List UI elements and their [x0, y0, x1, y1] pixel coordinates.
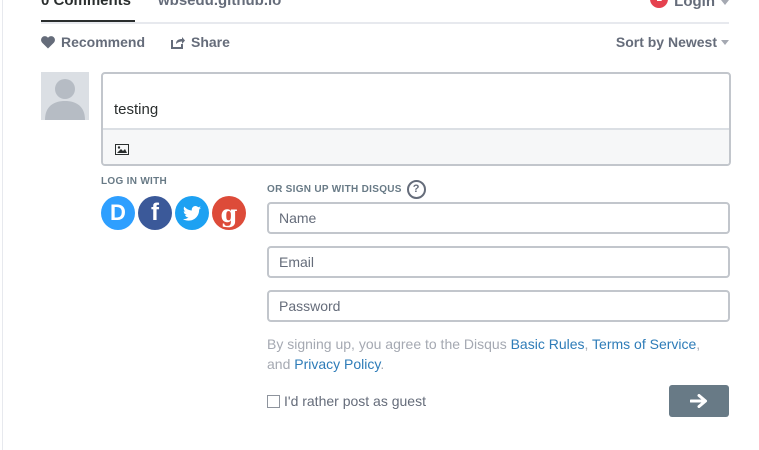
tab-comments[interactable]: 0 Comments [41, 0, 136, 22]
arrow-right-icon [690, 394, 708, 408]
recommend-button[interactable]: Recommend [41, 34, 145, 50]
facebook-login-button[interactable]: f [138, 196, 172, 230]
user-silhouette-icon [41, 72, 89, 120]
google-login-button[interactable]: g [212, 196, 246, 230]
left-divider [2, 0, 3, 450]
tab-site-label: wbsedu.github.io [158, 0, 282, 9]
share-label: Share [191, 34, 230, 50]
disqus-comment-widget: 0 Comments wbsedu.github.io 1 Login Reco… [0, 0, 759, 450]
avatar [41, 72, 89, 120]
disqus-icon: D [110, 200, 126, 225]
login-with-heading: LOG IN WITH [101, 176, 168, 187]
social-login-buttons: D f g [101, 196, 249, 230]
comment-composer[interactable]: testing [101, 72, 731, 166]
sort-dropdown[interactable]: Sort by Newest [616, 34, 729, 50]
terms-notice: By signing up, you agree to the Disqus B… [267, 334, 727, 374]
facebook-icon: f [151, 199, 159, 226]
recommend-label: Recommend [61, 34, 146, 50]
twitter-login-button[interactable] [175, 196, 209, 230]
composer-toolbar [103, 128, 729, 164]
comments-tab-bar: 0 Comments wbsedu.github.io 1 Login [41, 0, 729, 24]
guest-label: I'd rather post as guest [284, 393, 426, 409]
thread-actions: Recommend Share Sort by Newest [41, 34, 729, 52]
heart-icon [41, 35, 55, 49]
comment-text[interactable]: testing [114, 101, 158, 118]
chevron-down-icon [721, 0, 729, 5]
password-field[interactable] [267, 290, 730, 322]
guest-option[interactable]: I'd rather post as guest [267, 393, 426, 409]
google-icon: g [220, 198, 238, 228]
login-label: Login [674, 0, 715, 10]
name-field[interactable] [267, 202, 730, 234]
tab-comments-label: 0 Comments [41, 0, 132, 9]
submit-button[interactable] [669, 385, 729, 417]
signup-heading-label: OR SIGN UP WITH DISQUS [267, 184, 402, 195]
privacy-policy-link[interactable]: Privacy Policy [294, 356, 380, 372]
email-field[interactable] [267, 246, 730, 278]
login-menu[interactable]: 1 Login [650, 0, 729, 12]
help-icon[interactable]: ? [406, 180, 426, 199]
chevron-down-icon [721, 39, 729, 45]
signup-heading: OR SIGN UP WITH DISQUS ? [267, 180, 426, 199]
share-button[interactable]: Share [171, 34, 230, 50]
basic-rules-link[interactable]: Basic Rules [511, 336, 585, 352]
terms-sep-1: , [584, 336, 593, 352]
disqus-login-button[interactable]: D [101, 196, 135, 230]
notification-badge[interactable]: 1 [650, 0, 669, 8]
terms-suffix: . [380, 356, 385, 372]
sort-label: Sort by Newest [615, 34, 717, 50]
guest-checkbox[interactable] [267, 394, 280, 408]
terms-prefix: By signing up, you agree to the Disqus [267, 336, 511, 352]
terms-of-service-link[interactable]: Terms of Service [592, 336, 696, 352]
tab-site[interactable]: wbsedu.github.io [158, 0, 281, 10]
image-upload-icon[interactable] [115, 142, 129, 160]
twitter-bird-icon [183, 205, 201, 221]
share-icon [171, 36, 185, 49]
